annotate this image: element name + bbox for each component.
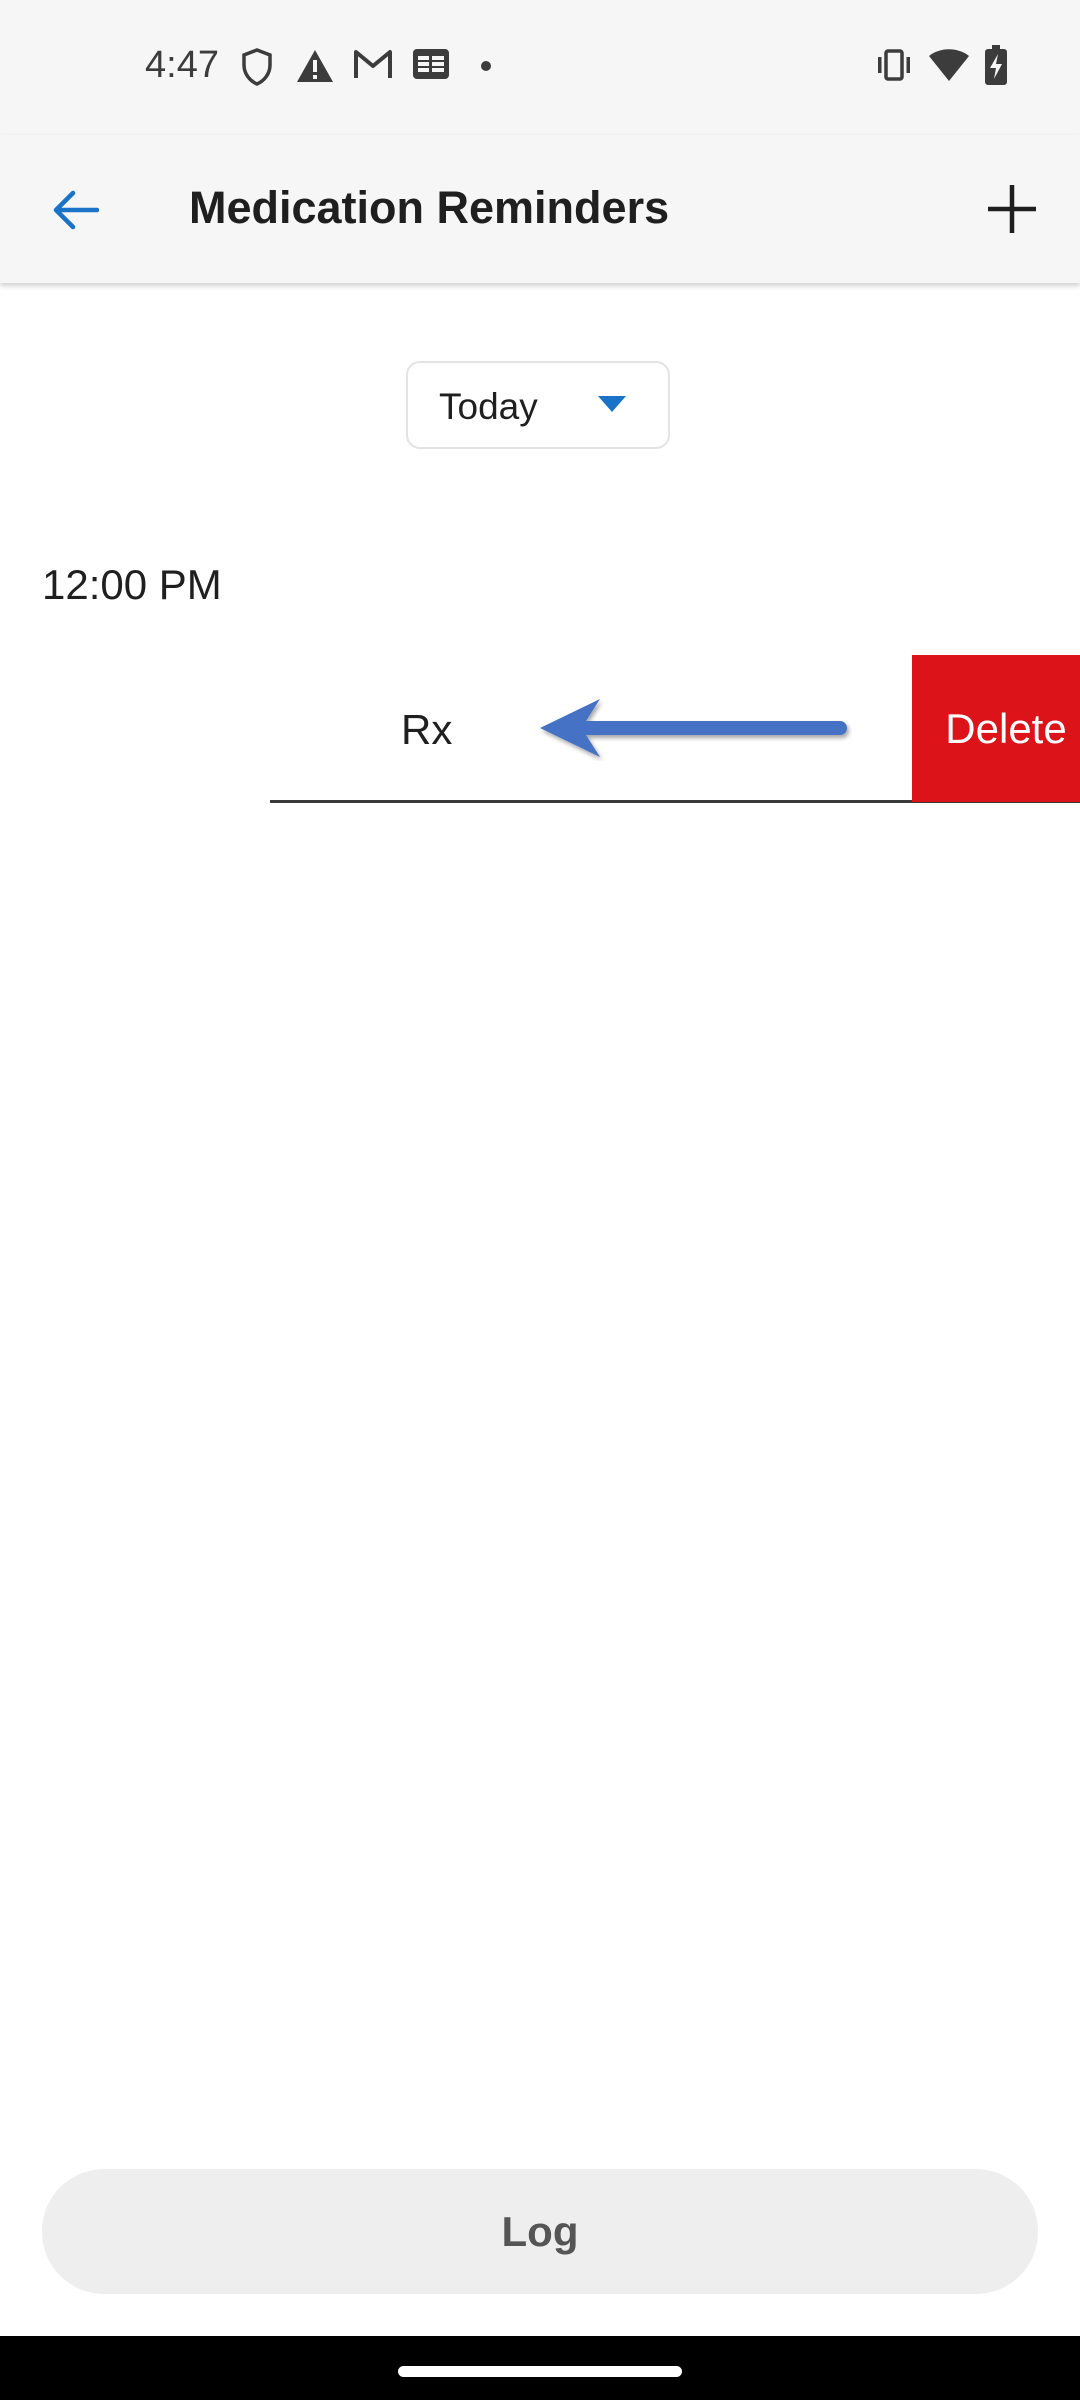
dot-icon	[481, 61, 491, 71]
screen: 4:47 Medication Reminders Today 12:00 PM…	[0, 0, 1080, 2400]
back-button[interactable]	[40, 175, 110, 245]
add-reminder-button[interactable]	[972, 169, 1052, 249]
medication-name: Rx	[401, 706, 453, 753]
reminder-time-header: 12:00 PM	[42, 561, 222, 608]
caret-down-icon	[598, 396, 626, 412]
delete-label: Delete	[945, 704, 1067, 752]
delete-button[interactable]: Delete	[912, 655, 1080, 802]
shield-icon	[242, 48, 272, 86]
home-indicator[interactable]	[398, 2366, 682, 2377]
log-label: Log	[501, 2207, 579, 2255]
vibrate-icon	[878, 49, 910, 81]
status-time: 4:47	[145, 44, 219, 86]
news-icon	[413, 49, 449, 79]
alert-icon	[297, 50, 333, 82]
wifi-icon	[929, 49, 969, 81]
swipe-left-arrow-icon	[540, 699, 847, 757]
app-bar: Medication Reminders	[0, 135, 1080, 283]
plus-icon	[988, 185, 1036, 233]
date-filter-dropdown[interactable]: Today	[406, 361, 670, 449]
log-button[interactable]: Log	[42, 2169, 1038, 2294]
arrow-back-icon	[53, 190, 99, 230]
date-filter-value: Today	[439, 386, 538, 427]
status-bar: 4:47	[0, 0, 1080, 135]
gmail-icon	[354, 50, 392, 78]
battery-charging-icon	[985, 45, 1007, 85]
page-title: Medication Reminders	[189, 182, 670, 233]
navigation-bar	[0, 2336, 1080, 2400]
